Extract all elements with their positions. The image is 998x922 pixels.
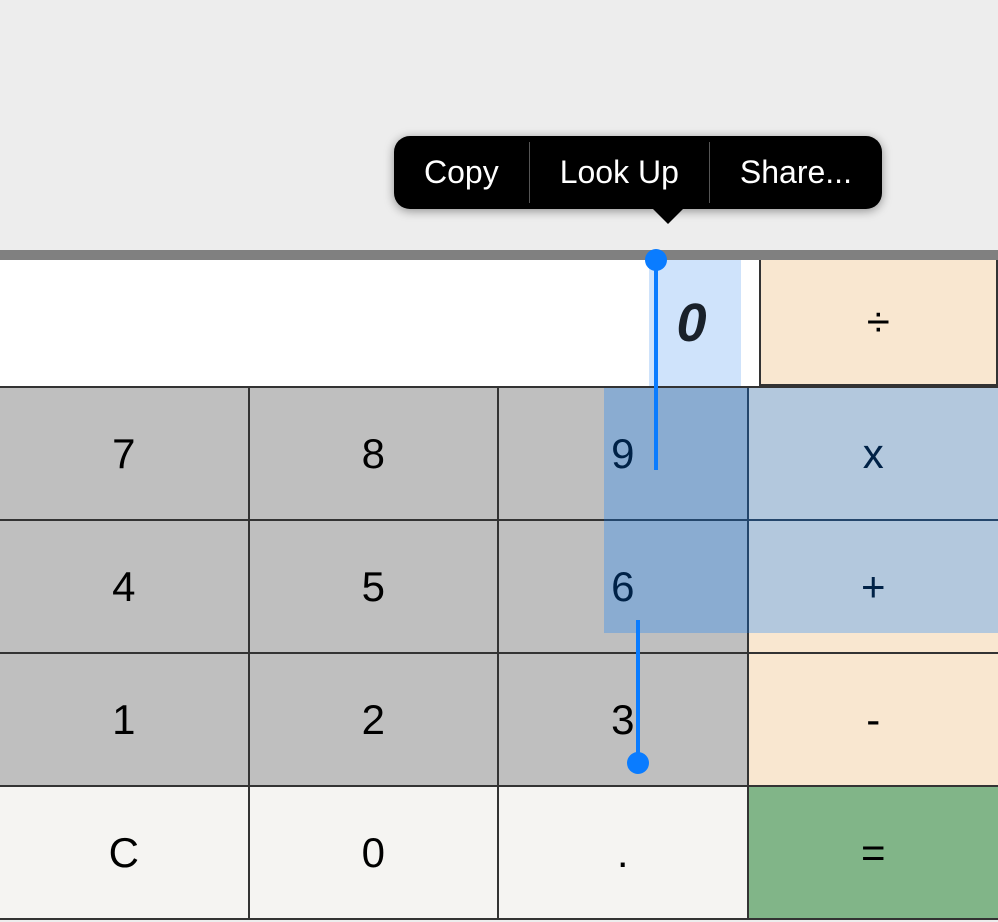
digit-1-button[interactable]: 1 [0, 654, 250, 787]
context-copy-button[interactable]: Copy [394, 136, 529, 209]
divide-button[interactable]: ÷ [761, 260, 998, 386]
digit-9-label: 9 [611, 430, 634, 478]
multiply-label: x [863, 430, 884, 478]
digit-2-button[interactable]: 2 [250, 654, 500, 787]
keypad: 7 8 9 x 4 5 6 + 1 2 3 - C 0 . = [0, 388, 998, 920]
digit-2-label: 2 [362, 696, 385, 744]
digit-5-label: 5 [362, 563, 385, 611]
digit-0-label: 0 [362, 829, 385, 877]
top-spacer [0, 0, 998, 250]
context-copy-label: Copy [424, 154, 499, 190]
subtract-label: - [866, 696, 880, 744]
digit-8-label: 8 [362, 430, 385, 478]
digit-4-button[interactable]: 4 [0, 521, 250, 654]
display-value: 0 [676, 292, 706, 354]
digit-7-button[interactable]: 7 [0, 388, 250, 521]
digit-9-button[interactable]: 9 [499, 388, 749, 521]
equals-label: = [861, 829, 886, 877]
digit-4-label: 4 [112, 563, 135, 611]
digit-7-label: 7 [112, 430, 135, 478]
add-button[interactable]: + [749, 521, 998, 654]
digit-6-button[interactable]: 6 [499, 521, 749, 654]
context-share-label: Share... [740, 154, 852, 190]
digit-3-button[interactable]: 3 [499, 654, 749, 787]
decimal-button[interactable]: . [499, 787, 749, 920]
digit-3-label: 3 [611, 696, 634, 744]
divide-label: ÷ [867, 298, 890, 346]
context-lookup-label: Look Up [560, 154, 679, 190]
context-menu: Copy Look Up Share... [394, 136, 882, 209]
context-lookup-button[interactable]: Look Up [530, 136, 709, 209]
add-label: + [861, 563, 886, 611]
multiply-button[interactable]: x [749, 388, 998, 521]
decimal-label: . [617, 829, 629, 877]
digit-8-button[interactable]: 8 [250, 388, 500, 521]
context-menu-arrow-icon [650, 206, 686, 224]
context-share-button[interactable]: Share... [710, 136, 882, 209]
equals-button[interactable]: = [749, 787, 998, 920]
clear-label: C [109, 829, 139, 877]
subtract-button[interactable]: - [749, 654, 998, 787]
calculator-display[interactable]: 0 [0, 260, 761, 386]
top-divider [0, 250, 998, 260]
digit-1-label: 1 [112, 696, 135, 744]
clear-button[interactable]: C [0, 787, 250, 920]
digit-6-label: 6 [611, 563, 634, 611]
digit-0-button[interactable]: 0 [250, 787, 500, 920]
digit-5-button[interactable]: 5 [250, 521, 500, 654]
